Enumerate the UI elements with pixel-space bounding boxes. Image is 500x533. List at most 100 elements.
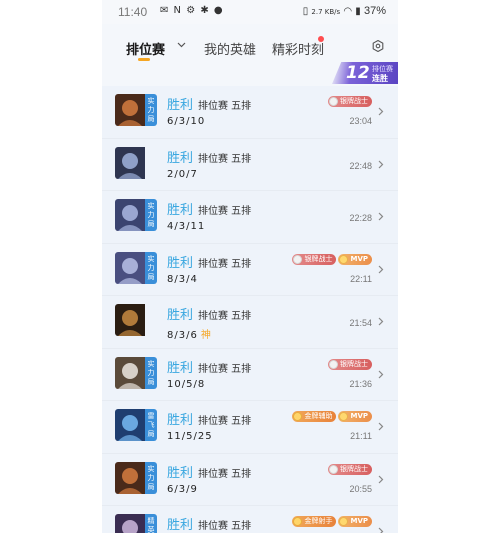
kda-value: 11/5/25	[167, 431, 213, 442]
battery-icon: ▮	[355, 6, 361, 17]
kda: 10/5/8	[167, 379, 205, 390]
match-time: 21:11	[350, 431, 372, 441]
streak-label: 连胜	[372, 74, 388, 83]
chevron-down-icon[interactable]	[177, 40, 186, 51]
match-time: 22:48	[349, 160, 372, 171]
status-bar: 11:40 ✉ N ⚙ ✱ ● ▯ 2.7 KB/s ◠ ▮ 37%	[102, 0, 398, 24]
match-row[interactable]: 胜利 排位赛 五排 2/0/7 22:48	[102, 138, 398, 191]
kda: 6/3/10	[167, 116, 205, 127]
chevron-right-icon[interactable]	[378, 158, 384, 172]
win-streak-banner: 12 排位赛 连胜	[332, 62, 398, 84]
kda-value: 6/3/9	[167, 483, 198, 495]
hero-portrait-icon	[115, 356, 145, 389]
match-row[interactable]: 精英局胜利排位赛 五排 金牌射手 MVP	[102, 506, 398, 533]
chevron-right-icon[interactable]	[378, 473, 384, 487]
badge-group: 银牌战士	[328, 96, 372, 108]
tab-ranked[interactable]: 排位赛	[126, 39, 165, 58]
badge-label: MVP	[350, 254, 368, 263]
match-result: 胜利	[167, 308, 194, 323]
badge-gem-icon	[339, 412, 349, 421]
badge-gem-icon	[329, 97, 338, 106]
red-dot-badge	[318, 36, 324, 42]
match-type-tag: 实力局	[145, 94, 157, 126]
phone-screen: 11:40 ✉ N ⚙ ✱ ● ▯ 2.7 KB/s ◠ ▮ 37% 排位赛 我…	[102, 0, 398, 533]
badge-group: 银牌战士	[328, 463, 372, 476]
chevron-right-icon[interactable]	[378, 420, 384, 434]
tab-highlights[interactable]: 精彩时刻	[272, 39, 324, 58]
match-mode: 排位赛 五排	[198, 258, 252, 270]
kda-value: 6/3/10	[167, 116, 206, 127]
match-result: 胜利	[167, 518, 194, 533]
streak-number: 12	[346, 63, 370, 83]
match-mode: 排位赛 五排	[198, 416, 252, 427]
match-result: 胜利	[167, 255, 194, 271]
chevron-right-icon[interactable]	[378, 525, 384, 533]
match-result: 胜利	[167, 360, 194, 376]
chevron-right-icon[interactable]	[378, 368, 384, 382]
honor-badge: 金牌辅助	[292, 411, 337, 422]
hero-portrait-icon	[115, 199, 145, 231]
badge-group: 金牌射手 MVP	[292, 516, 372, 528]
badge-label: 银牌战士	[304, 254, 333, 263]
kda-value: 2/0/7	[167, 168, 198, 180]
chevron-right-icon[interactable]	[378, 105, 384, 119]
vibrate-icon: ▯	[302, 6, 309, 17]
badge-gem-icon	[339, 517, 349, 526]
match-result: 胜利	[167, 98, 194, 113]
badge-gem-icon	[293, 517, 303, 526]
hero-avatar	[115, 304, 157, 336]
match-type-tag: 实力局	[145, 356, 157, 389]
badge-label: MVP	[350, 517, 368, 525]
match-mode: 排位赛 五排	[198, 153, 252, 165]
badge-label: 银牌战士	[340, 359, 368, 368]
settings-gear-icon[interactable]	[372, 40, 384, 52]
match-time: 21:54	[349, 318, 372, 328]
hero-portrait-icon	[115, 514, 145, 533]
kda: 2/0/7	[167, 169, 198, 180]
chevron-right-icon[interactable]	[378, 210, 384, 224]
hero-avatar: 实力局	[115, 251, 157, 284]
match-mode: 排位赛 五排	[198, 521, 252, 532]
hero-avatar: 实力局	[115, 199, 157, 231]
chevron-right-icon[interactable]	[378, 263, 384, 277]
chevron-right-icon[interactable]	[378, 315, 384, 329]
hero-portrait-icon	[115, 94, 145, 126]
tab-my-heroes[interactable]: 我的英雄	[204, 39, 256, 58]
badge-group: 银牌战士	[328, 358, 372, 371]
match-row[interactable]: 胜利 排位赛 五排 8/3/6 神 21:54	[102, 296, 398, 349]
match-row[interactable]: 实力局 胜利 排位赛 五排 10/5/8 银牌战士 21:36	[102, 348, 398, 401]
match-row[interactable]: 实力局 胜利 排位赛 五排 8/3/4 银牌战士 MVP 22:11	[102, 243, 398, 296]
hero-portrait-icon	[115, 461, 145, 494]
badge-gem-icon	[293, 254, 303, 264]
match-row[interactable]: 实力局 胜利 排位赛 五排 6/3/10 银牌战士 23:04	[102, 86, 398, 139]
match-result: 胜利	[167, 413, 194, 428]
hero-avatar: 实力局	[115, 94, 157, 126]
hero-portrait-icon	[115, 146, 145, 179]
kda: 8/3/6 神	[167, 326, 211, 341]
badge-gem-icon	[293, 412, 303, 421]
match-type-tag: 实力局	[145, 199, 157, 231]
badge-group: 银牌战士 MVP	[292, 253, 372, 266]
hero-avatar	[115, 146, 157, 179]
mvp-badge: MVP	[338, 253, 372, 265]
active-tab-indicator	[138, 58, 150, 61]
status-right: ▯ 2.7 KB/s ◠ ▮ 37%	[303, 5, 386, 17]
match-mode: 排位赛 五排	[198, 311, 252, 322]
kda-value: 8/3/6	[167, 330, 198, 341]
battery-percent: 37%	[363, 5, 386, 17]
hero-avatar: 精英局	[115, 514, 157, 533]
kda: 11/5/25	[167, 431, 213, 442]
match-row[interactable]: 雷飞局 胜利 排位赛 五排 11/5/25 金牌辅助 MVP 21:11	[102, 401, 398, 454]
match-row[interactable]: 实力局 胜利 排位赛 五排 4/3/11 22:28	[102, 191, 398, 244]
match-result: 胜利	[167, 203, 194, 218]
match-result: 胜利	[167, 150, 194, 166]
wifi-icon: ◠	[343, 6, 353, 17]
kda: 4/3/11	[167, 221, 205, 232]
match-type-tag: 雷飞局	[145, 409, 157, 441]
kda: 8/3/4	[167, 274, 198, 285]
honor-badge: 金牌射手	[292, 516, 337, 527]
header: 排位赛 我的英雄 精彩时刻 12 排位赛 连胜	[102, 24, 398, 86]
kda-value: 10/5/8	[167, 378, 206, 390]
match-row[interactable]: 实力局 胜利 排位赛 五排 6/3/9 银牌战士 20:55	[102, 453, 398, 506]
match-time: 22:28	[349, 213, 372, 223]
